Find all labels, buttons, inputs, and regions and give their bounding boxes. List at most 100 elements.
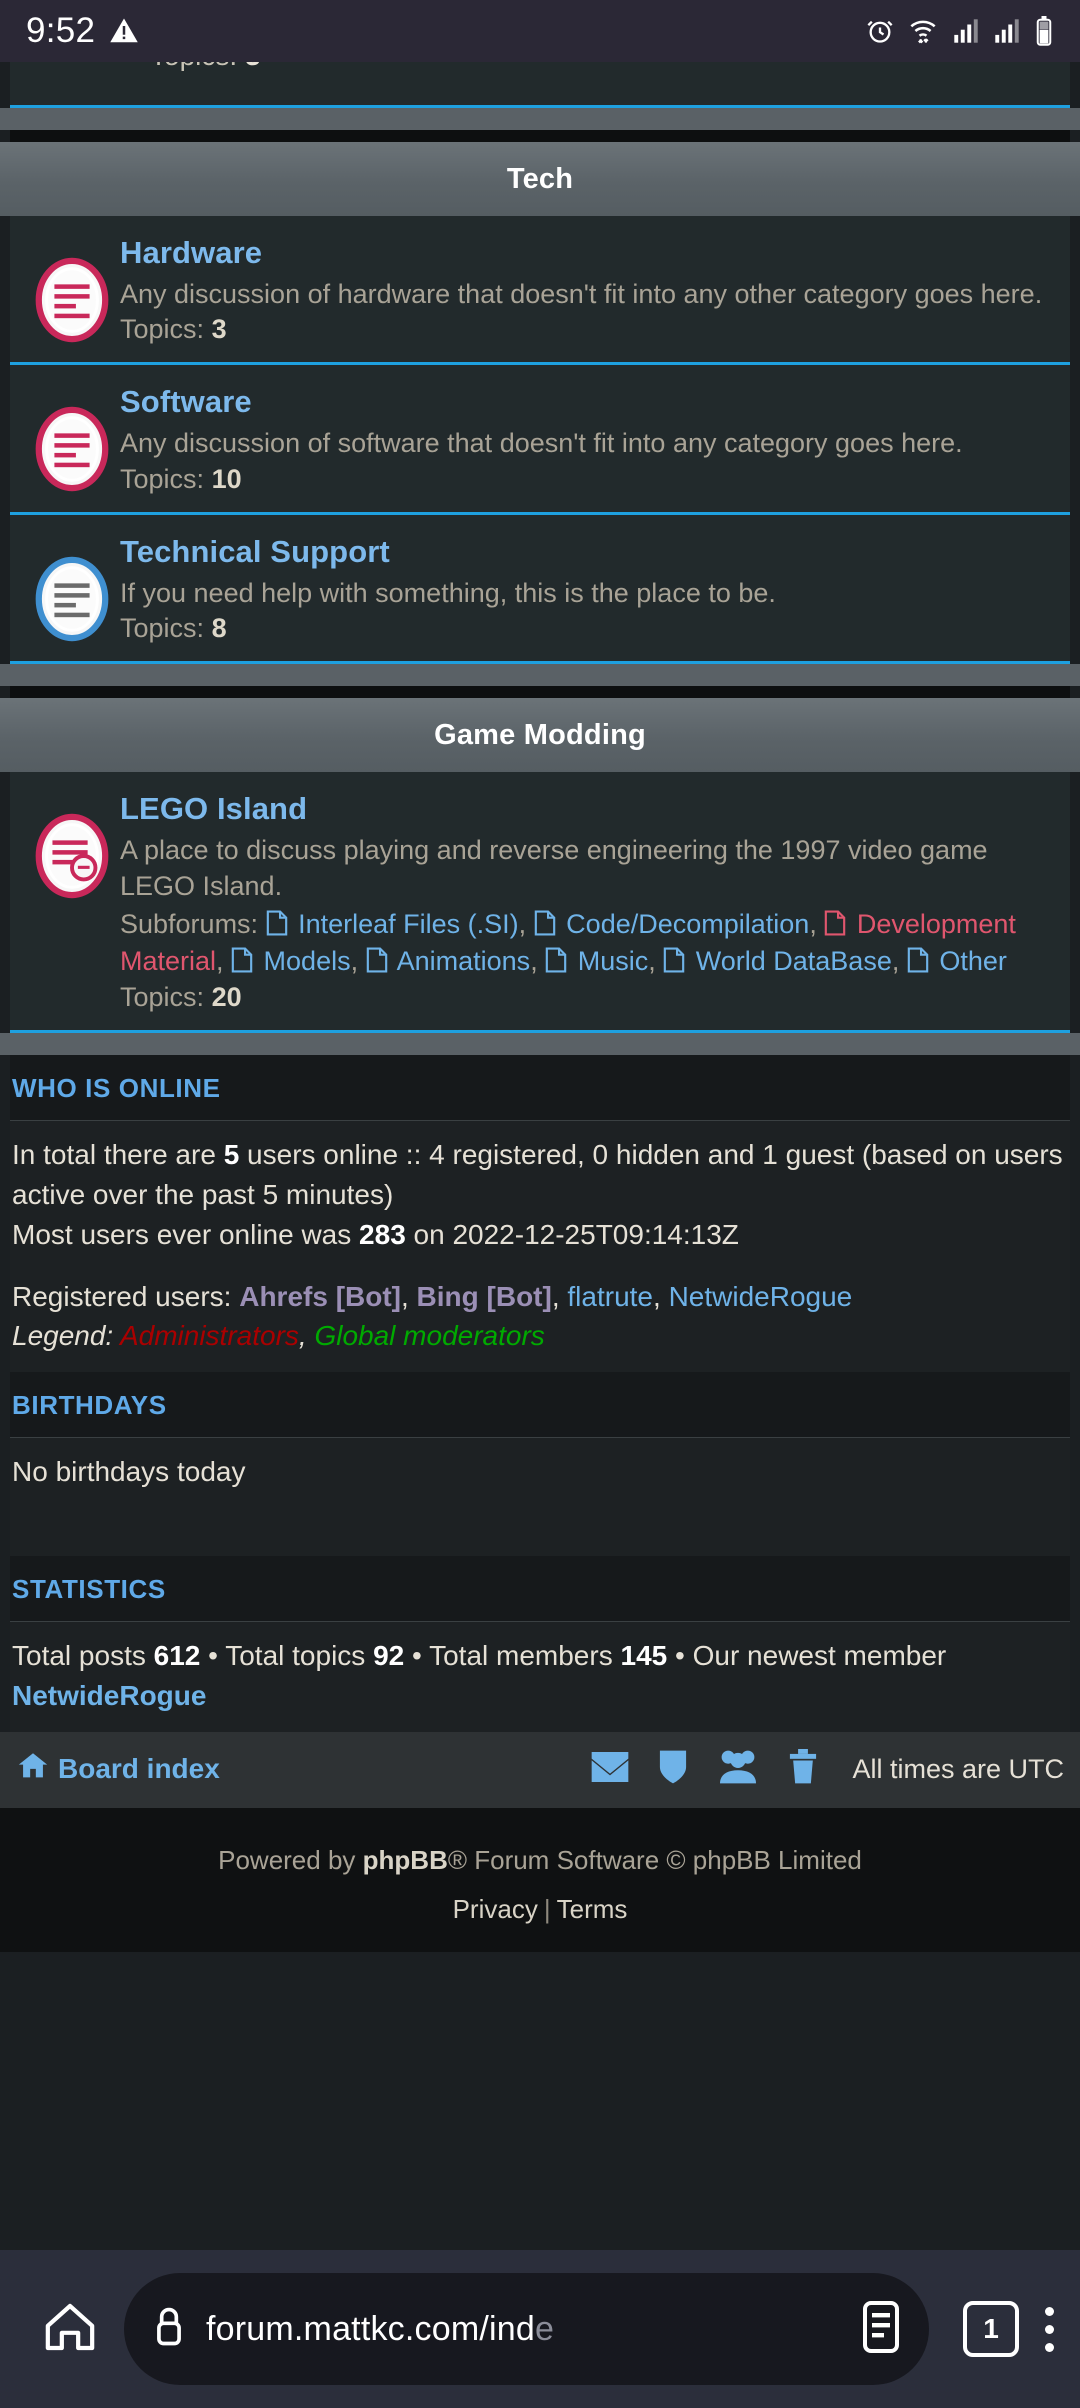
phpbb-link[interactable]: phpBB [363,1845,448,1875]
online-user-link[interactable]: NetwideRogue [669,1281,853,1312]
legend-global-moderators[interactable]: Global moderators [314,1320,544,1351]
footer-icons: All times are UTC [590,1748,1064,1790]
online-total-line: In total there are 5 users online :: 4 r… [12,1139,1063,1211]
subforum-list: Subforums: Interleaf Files (.SI), Code/D… [120,906,1050,981]
forum-description: A place to discuss playing and reverse e… [120,835,988,901]
forum-unread-icon [24,791,120,899]
signal-icon-2 [993,18,1021,44]
envelope-icon[interactable] [590,1750,630,1789]
online-user-link[interactable]: Bing [Bot] [417,1281,552,1312]
forum-row-technical-support[interactable]: Technical Support If you need help with … [10,515,1070,665]
forum-title-link[interactable]: Hardware [120,235,1050,272]
registered-users: Ahrefs [Bot], Bing [Bot], flatrute, Netw… [239,1280,853,1312]
subforum-link[interactable]: World DataBase [663,946,892,976]
category-shadow-2 [10,686,1070,699]
forum-read-icon [24,534,120,642]
forum-topics: Topics: 3 [120,314,227,345]
lock-icon [152,2305,186,2354]
credits-footer: Powered by phpBB® Forum Software © phpBB… [0,1807,1080,1953]
category-header-tech: Tech [0,142,1080,216]
forum-title-link[interactable]: Software [120,384,1050,421]
terms-link[interactable]: Terms [557,1894,628,1924]
birthdays-body: No birthdays today [10,1438,1070,1557]
forum-title-link[interactable]: Technical Support [120,534,1050,571]
status-bar: 9:52 [0,0,1080,62]
forum-row-hardware[interactable]: Hardware Any discussion of hardware that… [10,216,1070,366]
shield-icon[interactable] [658,1749,688,1790]
subforum-link[interactable]: Music [545,946,648,976]
newest-member-link[interactable]: NetwideRogue [12,1680,206,1711]
subforum-link[interactable]: Interleaf Files (.SI) [266,909,519,939]
board-index-link[interactable]: Board index [16,1749,220,1790]
registered-users-line: Registered users: Ahrefs [Bot], Bing [Bo… [12,1280,853,1312]
timezone-label: All times are UTC [852,1753,1064,1784]
legend-administrators[interactable]: Administrators [120,1320,299,1351]
alarm-icon [866,17,894,45]
legal-links-line: Privacy | Terms [452,1893,628,1924]
who-is-online-section: WHO IS ONLINE In total there are 5 users… [10,1055,1070,1373]
footer-nav-bar: Board index All times are UTC [0,1731,1080,1808]
category-header-game-modding: Game Modding [0,698,1080,773]
subforum-link[interactable]: Animations [366,946,530,976]
category-gap [0,108,1080,130]
subforum-link[interactable]: Code/Decompilation [534,909,809,939]
who-is-online-title: WHO IS ONLINE [10,1055,1070,1122]
statistics-section: STATISTICS Total posts 612 • Total topic… [10,1556,1070,1732]
reader-mode-icon[interactable] [861,2300,901,2358]
browser-menu-icon[interactable] [1045,2306,1060,2352]
online-record-line: Most users ever online was 283 on 2022-1… [12,1218,739,1250]
online-user-link[interactable]: flatrute [567,1281,653,1312]
status-bar-right [866,16,1054,46]
forum-body: LEGO Island A place to discuss playing a… [120,791,1056,1013]
forum-list-tech: Hardware Any discussion of hardware that… [10,216,1070,665]
legend-line: Legend: Administrators, Global moderator… [12,1320,545,1352]
forum-topics: Topics: 20 [120,982,242,1013]
browser-chrome: forum.mattkc.com/inde 1 [0,2250,1080,2408]
who-is-online-body: In total there are 5 users online :: 4 r… [10,1121,1070,1373]
forum-description: Any discussion of software that doesn't … [120,428,963,459]
category-gap-2 [0,664,1080,687]
online-user-link[interactable]: Ahrefs [Bot] [239,1281,401,1312]
forum-unread-icon [24,384,120,492]
forum-body: Software Any discussion of software that… [120,384,1056,494]
category-shadow [10,130,1070,142]
home-icon [16,1749,50,1790]
url-text: forum.mattkc.com/inde [206,2309,555,2348]
partial-forum-row[interactable]: Topics: 3 [10,62,1070,108]
wifi-icon [907,17,939,45]
statistics-body: Total posts 612 • Total topics 92 • Tota… [10,1622,1070,1732]
privacy-link[interactable]: Privacy [453,1894,538,1924]
board-index-label: Board index [58,1753,220,1785]
url-bar[interactable]: forum.mattkc.com/inde [124,2273,929,2385]
forum-body: Hardware Any discussion of hardware that… [120,235,1056,345]
forum-topics: Topics: 10 [120,463,242,494]
warning-icon [109,16,139,46]
partial-topics-text: Topics: 3 [150,62,261,72]
clock: 9:52 [26,11,96,50]
forum-row-lego-island[interactable]: LEGO Island A place to discuss playing a… [10,772,1070,1034]
forum-title-link[interactable]: LEGO Island [120,791,1050,828]
birthdays-title: BIRTHDAYS [10,1372,1070,1439]
subforum-link[interactable]: Other [907,946,1007,976]
section-gap [0,1033,1080,1056]
trash-icon[interactable] [788,1748,818,1790]
statistics-title: STATISTICS [10,1556,1070,1623]
powered-by-line: Powered by phpBB® Forum Software © phpBB… [218,1844,862,1875]
browser-home-icon[interactable] [20,2299,120,2360]
forum-unread-icon [24,235,120,343]
tab-count-button[interactable]: 1 [963,2301,1019,2357]
forum-row-software[interactable]: Software Any discussion of software that… [10,365,1070,515]
forum-topics: Topics: 8 [120,613,227,644]
battery-icon [1034,16,1054,46]
subforum-link[interactable]: Models [231,946,351,976]
subforums-label: Subforums: [120,908,259,939]
forum-description: If you need help with something, this is… [120,577,776,608]
users-icon[interactable] [716,1749,760,1790]
signal-icon-1 [952,18,980,44]
forum-body: Technical Support If you need help with … [120,534,1056,644]
screen: 9:52 Topics [0,0,1080,2408]
birthdays-section: BIRTHDAYS No birthdays today [10,1372,1070,1557]
status-bar-left: 9:52 [26,11,139,51]
forum-list-game-modding: LEGO Island A place to discuss playing a… [10,772,1070,1034]
